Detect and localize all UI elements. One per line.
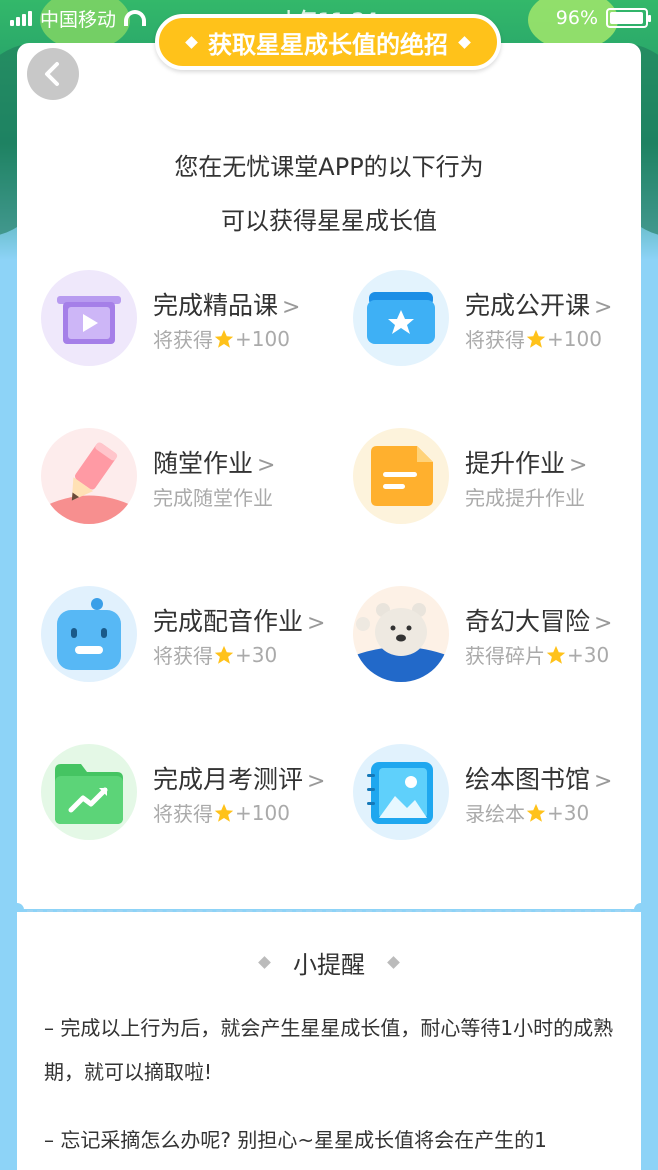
chevron-right-icon: > [307, 611, 326, 636]
signal-icon [10, 10, 32, 26]
battery-icon [606, 8, 651, 28]
chevron-left-icon [45, 62, 59, 86]
chevron-right-icon: > [569, 453, 588, 478]
chevron-right-icon: > [594, 769, 613, 794]
note-icon [353, 428, 449, 524]
tip-paragraph: – 完成以上行为后，就会产生星星成长值，耐心等待1小时的成熟期，就可以摘取啦! [44, 1016, 614, 1084]
chevron-right-icon: > [257, 453, 276, 478]
carrier-label: 中国移动 [40, 8, 117, 31]
item-title: 绘本图书馆 [465, 765, 591, 794]
item-title: 随堂作业 [153, 449, 254, 478]
star-icon [526, 803, 546, 822]
star-icon [214, 803, 234, 822]
item-title: 完成精品课 [153, 291, 279, 320]
item-advanced-homework[interactable]: 提升作业 > 完成提升作业 [353, 428, 643, 528]
item-picture-book-library[interactable]: 绘本图书馆 > 录绘本 +30 [353, 744, 643, 844]
chevron-right-icon: > [594, 295, 613, 320]
star-box-icon [353, 270, 449, 366]
chevron-right-icon: > [594, 611, 613, 636]
star-icon [214, 645, 234, 664]
item-title: 完成配音作业 [153, 607, 304, 636]
item-class-homework[interactable]: 随堂作业 > 完成随堂作业 [41, 428, 331, 528]
intro-text: 您在无忧课堂APP的以下行为 可以获得星星成长值 [174, 153, 484, 235]
item-dubbing-homework[interactable]: 完成配音作业 > 将获得 +30 [41, 586, 331, 686]
item-monthly-test[interactable]: 完成月考测评 > 将获得 +100 [41, 744, 331, 844]
star-icon [214, 329, 234, 348]
diamond-icon [387, 956, 400, 969]
wifi-icon [124, 10, 147, 26]
bear-icon [353, 586, 449, 682]
item-open-course[interactable]: 完成公开课 > 将获得 +100 [353, 270, 643, 370]
tips-heading: 小提醒 [17, 945, 641, 980]
picture-book-icon [353, 744, 449, 840]
tip-paragraph: – 忘记采摘怎么办呢? 别担心~星星成长值将会在产生的1 [44, 1128, 547, 1152]
star-icon [526, 329, 546, 348]
diamond-icon [258, 956, 271, 969]
robot-icon [41, 586, 137, 682]
item-title: 奇幻大冒险 [465, 607, 591, 636]
item-fantasy-adventure[interactable]: 奇幻大冒险 > 获得碎片 +30 [353, 586, 643, 686]
trend-folder-icon [41, 744, 137, 840]
item-title: 完成公开课 [465, 291, 591, 320]
back-button[interactable] [27, 48, 79, 100]
battery-percent: 96% [555, 7, 598, 29]
video-play-icon [41, 270, 137, 366]
chevron-right-icon: > [282, 295, 301, 320]
chevron-right-icon: > [307, 769, 326, 794]
page-title: 获取星星成长值的绝招 [208, 30, 448, 59]
item-premium-course[interactable]: 完成精品课 > 将获得 +100 [41, 270, 331, 370]
tips-text: – 完成以上行为后，就会产生星星成长值，耐心等待1小时的成熟期，就可以摘取啦! … [44, 1006, 624, 1170]
item-title: 提升作业 [465, 449, 566, 478]
page-title-ribbon: 获取星星成长值的绝招 [155, 14, 501, 70]
item-title: 完成月考测评 [153, 765, 304, 794]
pencil-icon [41, 428, 137, 524]
star-icon [546, 645, 566, 664]
